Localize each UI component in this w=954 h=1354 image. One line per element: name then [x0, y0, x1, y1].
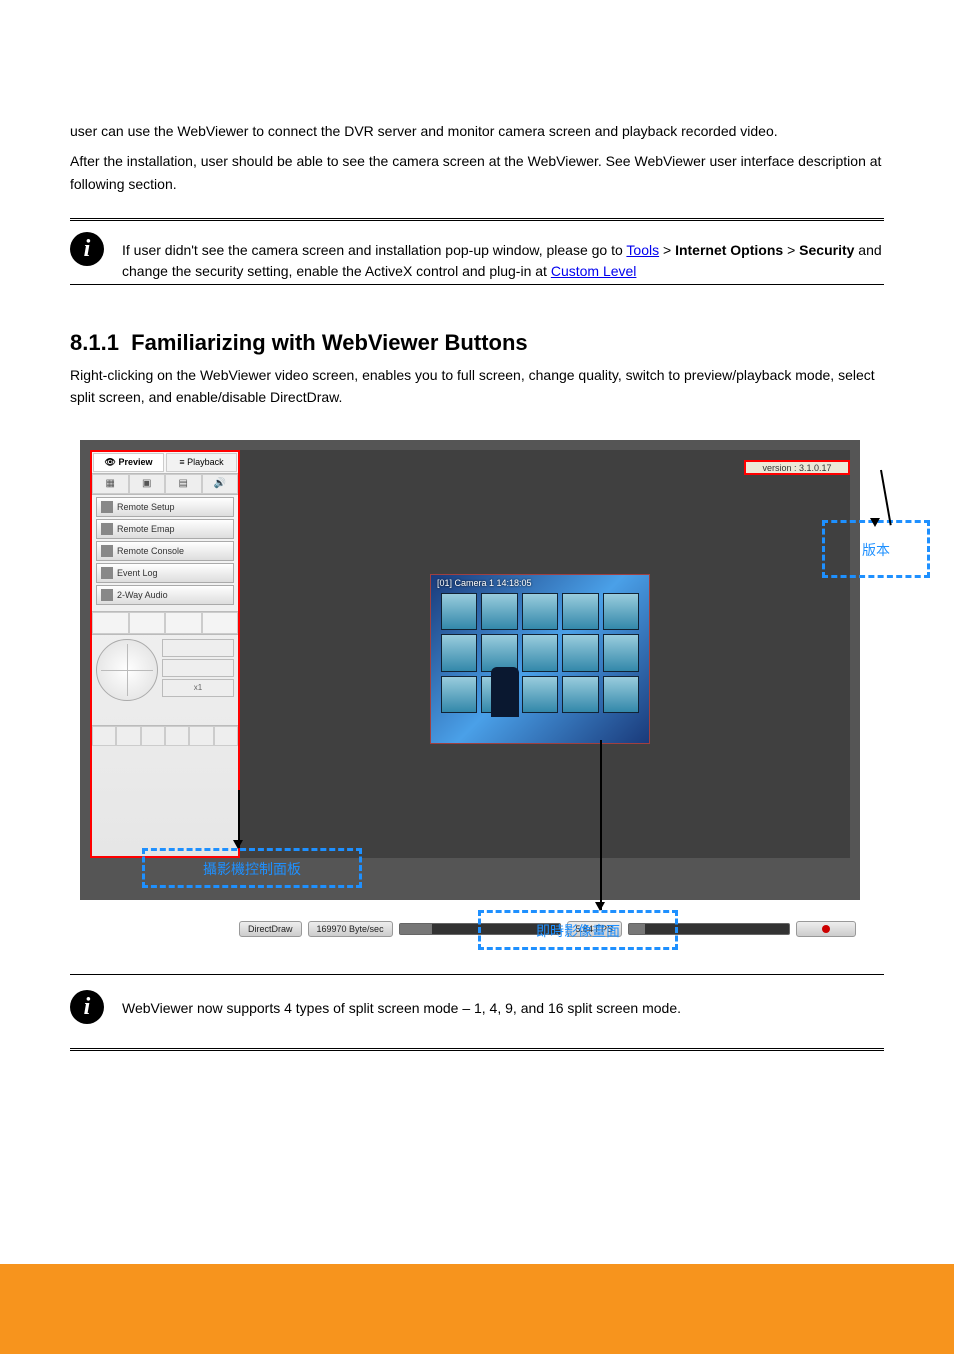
remote-setup-button[interactable]: Remote Setup: [96, 497, 234, 517]
section-heading: 8.1.1 Familiarizing with WebViewer Butto…: [70, 330, 528, 356]
version-label: version : 3.1.0.17: [744, 460, 850, 475]
rule-mid-2: [70, 974, 884, 975]
split-16-button[interactable]: [202, 612, 239, 634]
rule-mid-1: [70, 284, 884, 285]
toolbar-icon-3[interactable]: ▤: [165, 474, 202, 494]
intro-paragraphs: user can use the WebViewer to connect th…: [70, 120, 884, 203]
ptz-info-2: [162, 659, 234, 677]
link-tools[interactable]: Tools: [626, 242, 659, 258]
two-way-audio-button[interactable]: 2-Way Audio: [96, 585, 234, 605]
record-indicator[interactable]: [796, 921, 856, 937]
focus-far-icon[interactable]: [165, 726, 189, 746]
live-video-frame[interactable]: [01] Camera 1 14:18:05: [430, 574, 650, 744]
ptz-speed[interactable]: x1: [162, 679, 234, 697]
event-log-button[interactable]: Event Log: [96, 563, 234, 583]
split-1-button[interactable]: [92, 612, 129, 634]
link-custom-level[interactable]: Custom Level: [551, 263, 637, 279]
zoom-in-icon[interactable]: [92, 726, 116, 746]
callout-version: 版本: [822, 520, 930, 578]
split-4-button[interactable]: [129, 612, 166, 634]
camera-control-panel: 👁 Preview ≡ Playback ▦ ▣ ▤ 🔊 Remote Setu…: [90, 450, 240, 858]
callout-control-panel: 攝影機控制面板: [142, 848, 362, 888]
page-break-label: [0, 1244, 954, 1264]
callout-live-video: 即時影像畫面: [478, 910, 678, 950]
note-split-modes: WebViewer now supports 4 types of split …: [122, 998, 884, 1019]
focus-near-icon[interactable]: [141, 726, 165, 746]
arrow-to-version: [880, 470, 892, 525]
intro-p2: After the installation, user should be a…: [70, 150, 884, 195]
render-mode-pill: DirectDraw: [239, 921, 302, 937]
arrowhead-icon: [595, 902, 605, 911]
section-body: Right-clicking on the WebViewer video sc…: [70, 364, 884, 409]
arrow-to-video: [600, 740, 602, 910]
ptz-wheel-icon[interactable]: [96, 639, 158, 701]
byte-rate-pill: 169970 Byte/sec: [308, 921, 393, 937]
audio-icon[interactable]: 🔊: [202, 474, 239, 494]
iris-open-icon[interactable]: [189, 726, 213, 746]
video-overlay-text: [01] Camera 1 14:18:05: [431, 575, 649, 591]
note-activex: If user didn't see the camera screen and…: [122, 240, 884, 282]
intro-p1: user can use the WebViewer to connect th…: [70, 120, 884, 142]
arrowhead-icon: [233, 840, 243, 849]
zoom-out-icon[interactable]: [116, 726, 140, 746]
webviewer-screenshot: 👁 Preview ≡ Playback ▦ ▣ ▤ 🔊 Remote Setu…: [80, 440, 860, 900]
rule-double-top: [70, 218, 884, 221]
toolbar-icon-2[interactable]: ▣: [129, 474, 166, 494]
info-icon: i: [70, 232, 104, 266]
rule-double-bottom: [70, 1048, 884, 1051]
split-9-button[interactable]: [165, 612, 202, 634]
ptz-control: x1: [92, 635, 238, 725]
person-silhouette-icon: [491, 667, 519, 717]
preview-tab[interactable]: 👁 Preview: [93, 453, 164, 472]
toolbar-icon-1[interactable]: ▦: [92, 474, 129, 494]
footer-band: [0, 1264, 954, 1354]
arrowhead-icon: [870, 518, 880, 527]
remote-emap-button[interactable]: Remote Emap: [96, 519, 234, 539]
ptz-info-1: [162, 639, 234, 657]
playback-tab[interactable]: ≡ Playback: [166, 453, 237, 472]
remote-console-button[interactable]: Remote Console: [96, 541, 234, 561]
iris-close-icon[interactable]: [214, 726, 238, 746]
info-icon: i: [70, 990, 104, 1024]
